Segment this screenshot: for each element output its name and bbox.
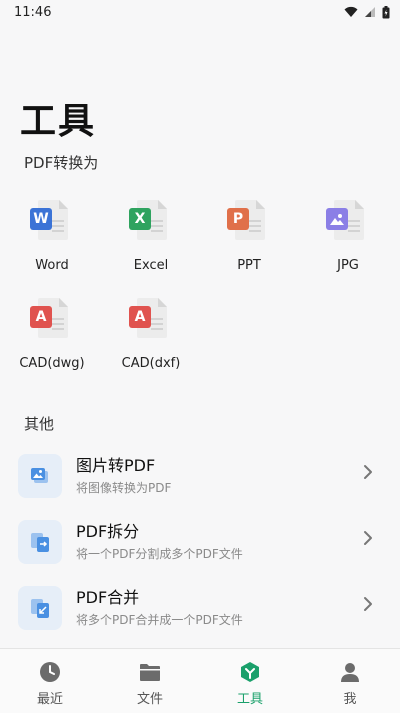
- convert-grid: W Word X Excel P PPT JPG A CAD(dwg) A CA…: [0, 196, 400, 376]
- bottom-tab-bar: 最近 文件 工具 我: [0, 648, 400, 713]
- signal-icon: [365, 7, 375, 17]
- list-item-image-to-pdf[interactable]: 图片转PDF 将图像转换为PDF: [0, 450, 400, 506]
- tab-label: 我: [343, 692, 357, 707]
- list-item-subtitle: 将多个PDF合并成一个PDF文件: [76, 613, 243, 627]
- tool-label: CAD(dxf): [121, 356, 181, 371]
- clock-icon: [40, 662, 60, 682]
- tab-label: 文件: [136, 692, 163, 707]
- tool-label: Excel: [133, 258, 169, 273]
- tab-recent[interactable]: 最近: [0, 649, 100, 713]
- tab-me[interactable]: 我: [300, 649, 400, 713]
- pdf-merge-icon: [18, 586, 62, 630]
- list-item-pdf-merge[interactable]: PDF合并 将多个PDF合并成一个PDF文件: [0, 582, 400, 638]
- image-icon: [330, 214, 344, 225]
- tool-label: JPG: [337, 258, 359, 273]
- folder-icon: [140, 664, 160, 681]
- convert-word-button[interactable]: W Word: [2, 200, 102, 273]
- convert-jpg-button[interactable]: JPG: [298, 200, 398, 273]
- tab-tools[interactable]: 工具: [200, 649, 300, 713]
- image-to-pdf-icon: [18, 454, 62, 498]
- page-title: 工具: [20, 101, 97, 142]
- status-bar: 11:46: [0, 0, 400, 24]
- list-item-subtitle: 将图像转换为PDF: [76, 481, 172, 495]
- chevron-right-icon: [364, 597, 372, 611]
- tools-icon: [241, 662, 259, 682]
- ppt-file-icon: P: [227, 200, 271, 244]
- convert-cad-dwg-button[interactable]: A CAD(dwg): [2, 298, 102, 371]
- chevron-right-icon: [364, 465, 372, 479]
- person-icon: [341, 663, 359, 682]
- convert-excel-button[interactable]: X Excel: [101, 200, 201, 273]
- section-title-convert: PDF转换为: [24, 154, 99, 172]
- tool-label: Word: [35, 258, 69, 273]
- tab-label: 工具: [236, 692, 263, 707]
- status-icons: [344, 5, 390, 19]
- tool-label: CAD(dwg): [19, 356, 85, 371]
- tab-label: 最近: [36, 692, 63, 707]
- list-item-title: PDF合并: [76, 588, 140, 607]
- excel-file-icon: X: [129, 200, 173, 244]
- list-item-subtitle: 将一个PDF分割成多个PDF文件: [76, 547, 243, 561]
- pdf-split-icon: [18, 520, 62, 564]
- word-file-icon: W: [30, 200, 74, 244]
- battery-icon: [382, 5, 390, 18]
- section-title-other: 其他: [24, 415, 55, 433]
- tool-label: PPT: [237, 258, 261, 273]
- list-item-title: PDF拆分: [76, 522, 140, 541]
- convert-ppt-button[interactable]: P PPT: [199, 200, 299, 273]
- list-item-pdf-split[interactable]: PDF拆分 将一个PDF分割成多个PDF文件: [0, 516, 400, 572]
- wifi-icon: [344, 6, 358, 17]
- cad-file-icon: A: [30, 298, 74, 342]
- convert-cad-dxf-button[interactable]: A CAD(dxf): [101, 298, 201, 371]
- cad-file-icon: A: [129, 298, 173, 342]
- jpg-file-icon: [326, 200, 370, 244]
- chevron-right-icon: [364, 531, 372, 545]
- status-time: 11:46: [14, 4, 52, 20]
- list-item-title: 图片转PDF: [76, 456, 156, 475]
- tab-files[interactable]: 文件: [100, 649, 200, 713]
